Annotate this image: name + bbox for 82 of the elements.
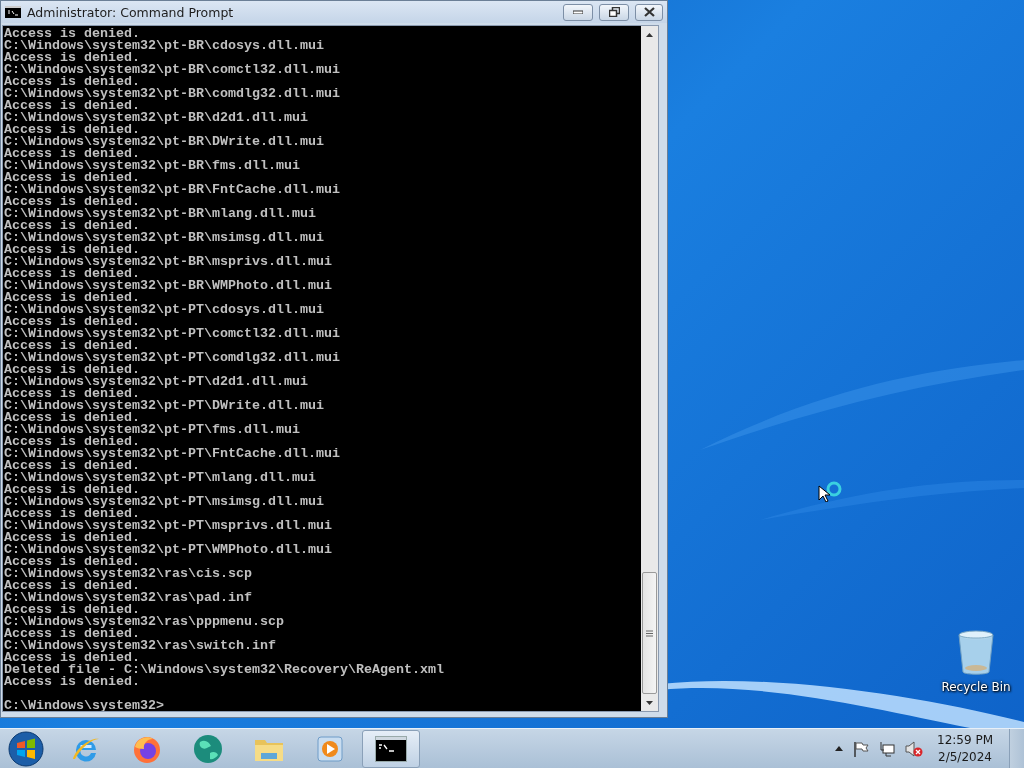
flag-icon[interactable] [853, 740, 869, 757]
down-arrow-icon [646, 700, 653, 705]
console-line: Access is denied. [4, 124, 140, 136]
minimize-button[interactable] [563, 3, 593, 21]
console-line: C:\Windows\system32\pt-BR\WMPhoto.dll.mui [4, 280, 333, 292]
console-line: C:\Windows\system32\pt-BR\cdosys.dll.mui [4, 40, 325, 52]
console-line: C:\Windows\system32\pt-PT\fms.dll.mui [4, 424, 301, 436]
recycle-bin-icon[interactable] [957, 630, 995, 676]
restore-icon [608, 7, 620, 17]
minimize-icon [573, 10, 583, 14]
console-line: Access is denied. [4, 388, 140, 400]
console-line: Access is denied. [4, 364, 140, 376]
console-line: Access is denied. [4, 676, 140, 688]
console-line: Access is denied. [4, 196, 140, 208]
console-line: Access is denied. [4, 220, 140, 232]
globe-icon [192, 732, 224, 765]
console-line: C:\Windows\system32\pt-BR\msimsg.dll.mui [4, 232, 325, 244]
restore-button[interactable] [599, 3, 629, 21]
console-line: Deleted file - C:\Windows\system32\Recovery\ReAgent.xml [4, 664, 445, 676]
up-arrow-icon [646, 32, 653, 37]
start-button[interactable] [5, 728, 47, 768]
console-line: C:\Windows\system32\pt-PT\msimsg.dll.mui [4, 496, 325, 508]
console-line: C:\Windows\system32\pt-PT\DWrite.dll.mui [4, 400, 325, 412]
console-line: C:\Windows\system32\ras\cis.scp [4, 568, 253, 580]
scrollbar[interactable] [641, 26, 658, 711]
console-line: C:\Windows\system32\ras\pppmenu.scp [4, 616, 285, 628]
up-arrow-icon[interactable] [835, 746, 843, 751]
console-line: Access is denied. [4, 100, 140, 112]
console-line: C:\Windows\system32\pt-BR\comctl32.dll.mui [4, 64, 341, 76]
network-icon[interactable] [879, 740, 895, 757]
console-line: Access is denied. [4, 532, 140, 544]
console-line: Access is denied. [4, 148, 140, 160]
console-line: Access is denied. [4, 484, 140, 496]
console-line: Access is denied. [4, 652, 140, 664]
console-line: C:\Windows\system32\ras\switch.inf [4, 640, 277, 652]
close-button[interactable] [635, 3, 663, 21]
clock[interactable]: 12:59 PM 2/5/2024 [937, 731, 993, 766]
console-line: Access is denied. [4, 556, 140, 568]
taskbar-button[interactable] [362, 729, 420, 768]
console-line: C:\Windows\system32\pt-PT\FntCache.dll.mui [4, 448, 341, 460]
console-line: Access is denied. [4, 604, 140, 616]
console-line: Access is denied. [4, 292, 140, 304]
console-line: C:\Windows\system32\pt-PT\mlang.dll.mui [4, 472, 317, 484]
console-line: Access is denied. [4, 412, 140, 424]
console-line: Access is denied. [4, 316, 140, 328]
console-line: Access is denied. [4, 436, 140, 448]
close-icon [643, 7, 655, 17]
console-line: C:\Windows\system32\pt-BR\comdlg32.dll.mui [4, 88, 341, 100]
console-line: C:\Windows\system32\pt-PT\d2d1.dll.mui [4, 376, 309, 388]
console-line: Access is denied. [4, 508, 140, 520]
console-line: C:\Windows\system32\pt-BR\msprivs.dll.mui [4, 256, 333, 268]
console-line: C:\Windows\system32\ras\pad.inf [4, 592, 253, 604]
command-prompt: C:\Windows\system32> [4, 700, 165, 711]
console-line: C:\Windows\system32\pt-PT\comctl32.dll.mui [4, 328, 341, 340]
console-line: C:\Windows\system32\pt-BR\mlang.dll.mui [4, 208, 317, 220]
console-line: Access is denied. [4, 52, 140, 64]
desktop-icon-label[interactable]: Recycle Bin [941, 680, 1011, 694]
console-line: Access is denied. [4, 76, 140, 88]
windows-orb-icon [8, 730, 44, 767]
console-line: C:\Windows\system32\pt-PT\msprivs.dll.mui [4, 520, 333, 532]
console-line: Access is denied. [4, 28, 140, 40]
busy-cursor-icon [818, 480, 844, 502]
console-line: Access is denied. [4, 460, 140, 472]
window-title: Administrator: Command Prompt [27, 4, 235, 20]
console-icon [5, 6, 21, 18]
console-line: Access is denied. [4, 244, 140, 256]
console-line: C:\Windows\system32\pt-BR\d2d1.dll.mui [4, 112, 309, 124]
console-line: C:\Windows\system32\pt-PT\WMPhoto.dll.mui [4, 544, 333, 556]
console-line: C:\Windows\system32\pt-BR\fms.dll.mui [4, 160, 301, 172]
console-line: C:\Windows\system32\pt-BR\DWrite.dll.mui [4, 136, 325, 148]
console-icon [375, 735, 407, 762]
console-line: C:\Windows\system32\pt-PT\comdlg32.dll.mui [4, 352, 341, 364]
console-line: Access is denied. [4, 580, 140, 592]
console-line: C:\Windows\system32\pt-BR\FntCache.dll.mui [4, 184, 341, 196]
console-line: Access is denied. [4, 172, 140, 184]
console-line: C:\Windows\system32\pt-PT\cdosys.dll.mui [4, 304, 325, 316]
console-line: Access is denied. [4, 628, 140, 640]
console-line: Access is denied. [4, 268, 140, 280]
grip-icon [646, 629, 653, 637]
muted-speaker-icon[interactable] [905, 740, 923, 757]
scroll-thumb[interactable] [642, 572, 657, 694]
console-line: Access is denied. [4, 340, 140, 352]
